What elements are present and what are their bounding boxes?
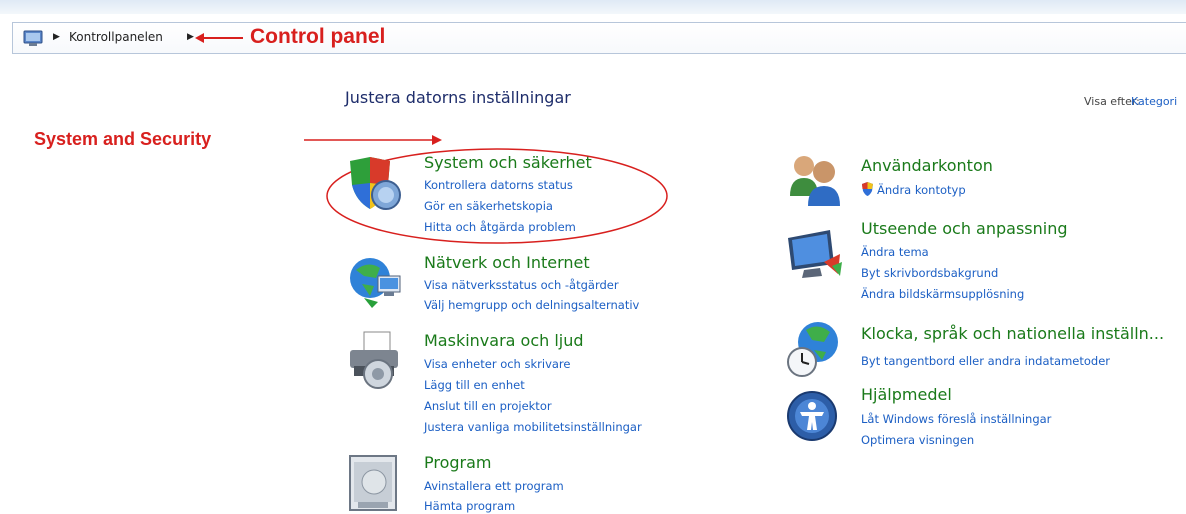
network-globe-icon[interactable] (344, 252, 406, 314)
breadcrumb-control-panel[interactable]: Kontrollpanelen (69, 30, 163, 44)
accessibility-icon[interactable] (784, 386, 846, 448)
category-title-network-internet[interactable]: Nätverk och Internet (424, 253, 590, 272)
annotation-system-security: System and Security (34, 129, 212, 149)
breadcrumb-arrow-icon[interactable]: ▶ (53, 32, 60, 42)
link-change-account-type[interactable]: Ändra kontotyp (877, 183, 966, 197)
clock-globe-icon[interactable] (784, 318, 846, 380)
link-check-computer-status[interactable]: Kontrollera datorns status (424, 178, 573, 192)
link-make-backup[interactable]: Gör en säkerhetskopia (424, 199, 553, 213)
annotation-arrow-left-icon (195, 33, 243, 43)
link-connect-projector[interactable]: Anslut till en projektor (424, 399, 552, 413)
annotation-arrow-right-icon (304, 135, 442, 145)
link-change-keyboards[interactable]: Byt tangentbord eller andra indatametode… (861, 354, 1110, 368)
link-change-theme[interactable]: Ändra tema (861, 245, 929, 259)
category-title-hardware-sound[interactable]: Maskinvara och ljud (424, 331, 584, 350)
annotation-control-panel: Control panel (250, 25, 386, 48)
category-title-system-security[interactable]: System och säkerhet (424, 153, 592, 172)
programs-icon[interactable] (344, 452, 406, 514)
link-devices-printers[interactable]: Visa enheter och skrivare (424, 357, 570, 371)
category-title-user-accounts[interactable]: Användarkonton (861, 156, 993, 175)
category-title-clock-language-region[interactable]: Klocka, språk och nationella inställn... (861, 324, 1164, 343)
users-icon[interactable] (784, 150, 846, 212)
link-windows-suggest-settings[interactable]: Låt Windows föreslå inställningar (861, 412, 1051, 426)
highlight-ellipse (326, 148, 668, 244)
shield-icon[interactable] (344, 153, 406, 215)
link-change-resolution[interactable]: Ändra bildskärmsupplösning (861, 287, 1024, 301)
link-optimize-visual-display[interactable]: Optimera visningen (861, 433, 974, 447)
address-bar[interactable]: ▶ Kontrollpanelen ▶ (12, 22, 1186, 54)
uac-shield-icon (862, 182, 873, 196)
window-top-strip (0, 0, 1186, 14)
link-network-status[interactable]: Visa nätverksstatus och -åtgärder (424, 278, 619, 292)
page-title: Justera datorns inställningar (345, 88, 571, 107)
view-by-dropdown[interactable]: Kategori (1131, 95, 1177, 108)
printer-icon[interactable] (344, 330, 406, 392)
link-change-desktop-background[interactable]: Byt skrivbordsbakgrund (861, 266, 998, 280)
link-uninstall-program[interactable]: Avinstallera ett program (424, 479, 564, 493)
category-title-programs[interactable]: Program (424, 453, 492, 472)
category-title-appearance[interactable]: Utseende och anpassning (861, 219, 1068, 238)
link-find-fix-problems[interactable]: Hitta och åtgärda problem (424, 220, 576, 234)
link-homegroup-sharing[interactable]: Välj hemgrupp och delningsalternativ (424, 298, 639, 312)
control-panel-icon (23, 30, 43, 46)
link-mobility-settings[interactable]: Justera vanliga mobilitetsinställningar (424, 420, 642, 434)
category-title-accessibility[interactable]: Hjälpmedel (861, 385, 952, 404)
breadcrumb-arrow-icon[interactable]: ▶ (187, 32, 194, 42)
link-add-device[interactable]: Lägg till en enhet (424, 378, 525, 392)
display-icon[interactable] (784, 224, 846, 286)
